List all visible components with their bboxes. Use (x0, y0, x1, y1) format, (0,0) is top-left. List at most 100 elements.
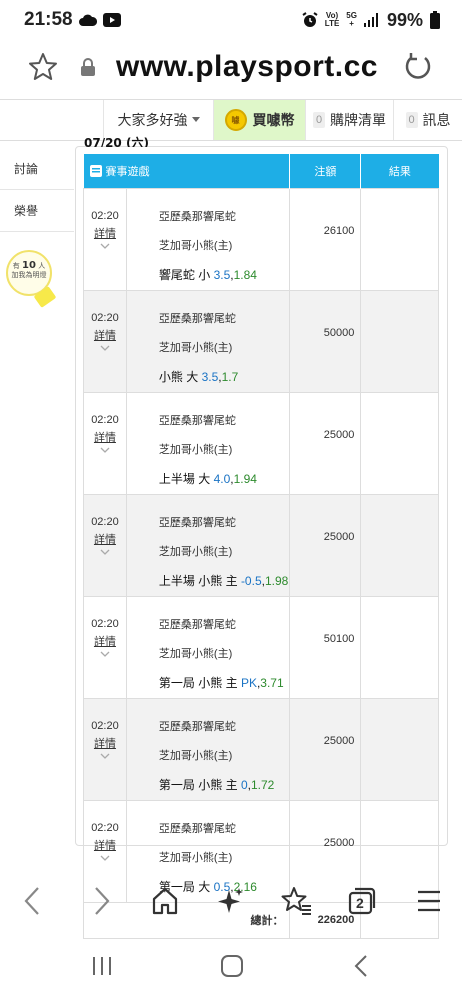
header-amount: 注額 (289, 154, 362, 188)
header-game-label: 賽事遊戲 (105, 165, 150, 178)
chevron-down-icon[interactable] (100, 549, 110, 556)
table-row: 02:20 詳情 亞歷桑那響尾蛇 芝加哥小熊(主) 第一局 小熊 主 PK,3.71 … (83, 595, 439, 699)
sparkle-icon[interactable] (217, 886, 245, 916)
recents-icon[interactable] (90, 954, 114, 978)
chevron-down-icon[interactable] (100, 447, 110, 454)
table-row: 02:20 詳情 亞歷桑那響尾蛇 芝加哥小熊(主) 響尾蛇 小 3.5,1.84 26… (83, 187, 439, 291)
coin-icon: 噱 (224, 109, 247, 131)
table-row: 02:20 詳情 亞歷桑那響尾蛇 芝加哥小熊(主) 小熊 大 3.5,1.7 5000… (83, 289, 439, 393)
nav-experts-label: 大家多好強 (117, 112, 188, 128)
team-home: 亞歷桑那響尾蛇 (158, 210, 236, 223)
amount-cell: 25000 (289, 697, 362, 801)
network-indicator: Vo) LTE (325, 12, 340, 28)
side-panel: 討論 榮譽 有 10 人 加我為明燈 (0, 148, 74, 308)
game-cell: 亞歷桑那響尾蛇 芝加哥小熊(主) 第一局 小熊 主 PK,3.71 (125, 595, 291, 699)
detail-link[interactable]: 詳情 (84, 429, 126, 447)
header-game: 賽事遊戲 (83, 154, 291, 188)
pick-line: 3.5 (213, 267, 231, 282)
chevron-down-icon[interactable] (100, 651, 110, 658)
system-nav-bar (0, 936, 462, 1000)
nav-purchase-list[interactable]: 0 購牌清單 (306, 100, 394, 140)
menu-icon[interactable] (416, 886, 442, 916)
android-back-icon[interactable] (350, 954, 374, 978)
game-cell: 亞歷桑那響尾蛇 芝加哥小熊(主) 第一局 小熊 主 0,1.72 (125, 697, 291, 801)
result-cell (360, 391, 439, 495)
signal-bottom: + (349, 19, 354, 28)
team-home: 亞歷桑那響尾蛇 (158, 312, 236, 325)
pick-odds: 1.72 (250, 777, 275, 792)
table-row: 02:20 詳情 亞歷桑那響尾蛇 芝加哥小熊(主) 上半場 小熊 主 -0.5,1.9… (83, 493, 439, 597)
reload-icon[interactable] (403, 52, 433, 82)
amount-cell: 25000 (289, 493, 362, 597)
side-tab-honors[interactable]: 榮譽 (0, 190, 74, 232)
tabs-icon[interactable]: 2 (347, 886, 377, 916)
nav-buy-coins[interactable]: 噱 買噱幣 (214, 100, 306, 140)
table-row: 02:20 詳情 亞歷桑那響尾蛇 芝加哥小熊(主) 第一局 小熊 主 0,1.72 2… (83, 697, 439, 801)
time-cell: 02:20 詳情 (83, 187, 127, 291)
result-cell (360, 289, 439, 393)
chevron-down-icon[interactable] (100, 243, 110, 250)
pick-line: 3.5 (201, 369, 219, 384)
game-cell: 亞歷桑那響尾蛇 芝加哥小熊(主) 上半場 小熊 主 -0.5,1.98 (125, 493, 291, 597)
date-heading: 07/20 (六) (84, 136, 149, 147)
pick-text: 第一局 小熊 主 0,1.72 (159, 771, 290, 800)
team-away: 芝加哥小熊(主) (158, 749, 233, 762)
cloud-icon (78, 14, 97, 26)
android-home-icon[interactable] (219, 954, 245, 978)
game-time: 02:20 (91, 311, 119, 324)
amount-cell: 25000 (289, 391, 362, 495)
pick-prefix: 上半場 大 (158, 471, 214, 486)
home-icon[interactable] (151, 886, 179, 916)
game-time: 02:20 (91, 209, 119, 222)
back-icon[interactable] (20, 886, 46, 916)
detail-link[interactable]: 詳情 (84, 837, 126, 855)
list-icon (89, 164, 102, 177)
pick-text: 上半場 小熊 主 -0.5,1.98 (159, 567, 290, 596)
status-left: 21:58 (24, 9, 121, 31)
chevron-down-icon[interactable] (100, 855, 110, 862)
bookmark-star-icon[interactable] (28, 52, 58, 82)
pick-text: 響尾蛇 小 3.5,1.84 (159, 261, 290, 290)
detail-link[interactable]: 詳情 (84, 735, 126, 753)
detail-link[interactable]: 詳情 (84, 531, 126, 549)
network-bottom: LTE (324, 19, 340, 28)
team-away: 芝加哥小熊(主) (158, 545, 233, 558)
message-count-badge: 0 (405, 112, 418, 128)
time-cell: 02:20 詳情 (83, 595, 127, 699)
pick-line: 0 (240, 777, 248, 792)
pick-odds: 1.98 (264, 573, 289, 588)
header-result: 結果 (360, 154, 439, 188)
lamp-prefix: 有 (12, 262, 20, 270)
chevron-down-icon[interactable] (100, 345, 110, 352)
lock-icon[interactable] (80, 58, 96, 76)
time-cell: 02:20 詳情 (83, 493, 127, 597)
pick-line: PK (240, 675, 257, 690)
url-text[interactable]: www.playsport.cc (116, 50, 378, 84)
forward-icon[interactable] (88, 886, 114, 916)
game-cell: 亞歷桑那響尾蛇 芝加哥小熊(主) 響尾蛇 小 3.5,1.84 (125, 187, 291, 291)
pick-text: 上半場 大 4.0,1.94 (159, 465, 290, 494)
result-cell (360, 697, 439, 801)
result-cell (360, 595, 439, 699)
table-row: 02:20 詳情 亞歷桑那響尾蛇 芝加哥小熊(主) 上半場 大 4.0,1.94 25… (83, 391, 439, 495)
chevron-down-icon[interactable] (100, 753, 110, 760)
pick-odds: 3.71 (260, 675, 284, 690)
status-time: 21:58 (24, 9, 73, 30)
detail-link[interactable]: 詳情 (84, 327, 126, 345)
tabs-count: 2 (356, 895, 364, 911)
game-cell: 亞歷桑那響尾蛇 芝加哥小熊(主) 小熊 大 3.5,1.7 (125, 289, 291, 393)
time-cell: 02:20 詳情 (83, 697, 127, 801)
table-header-row: 賽事遊戲 注額 結果 (83, 154, 439, 188)
status-bar: 21:58 Vo) LTE 5G + 99% (0, 0, 462, 40)
detail-link[interactable]: 詳情 (84, 633, 126, 651)
game-time: 02:20 (91, 515, 119, 528)
status-right: Vo) LTE 5G + 99% (302, 10, 440, 31)
pick-line: -0.5 (240, 573, 262, 588)
detail-link[interactable]: 詳情 (84, 225, 126, 243)
favorites-icon[interactable] (281, 886, 313, 916)
side-tab-discussion[interactable]: 討論 (0, 148, 74, 190)
alarm-icon (302, 12, 318, 27)
team-away: 芝加哥小熊(主) (158, 239, 233, 252)
signal-indicator: 5G + (346, 12, 357, 28)
nav-messages[interactable]: 0 訊息 (394, 100, 462, 140)
